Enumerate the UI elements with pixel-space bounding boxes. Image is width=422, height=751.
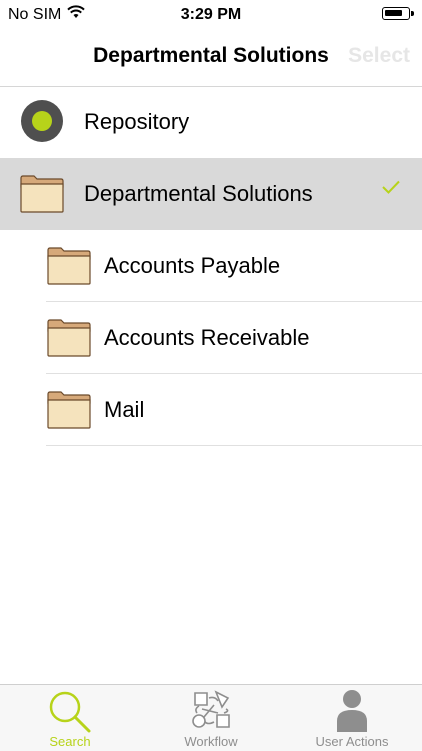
repository-icon <box>21 100 63 142</box>
tab-label: Search <box>49 734 91 749</box>
folder-icon <box>47 247 91 285</box>
tree-row-label: Mail <box>104 397 145 422</box>
departmental-solutions-row[interactable]: Departmental Solutions <box>0 158 422 230</box>
tab-label: User Actions <box>315 734 389 749</box>
status-bar: No SIM 3:29 PM <box>0 0 422 30</box>
search-icon <box>47 689 93 740</box>
tree-row-accounts-receivable[interactable]: Accounts Receivable <box>0 302 422 374</box>
folder-icon <box>47 391 91 429</box>
tab-label: Workflow <box>184 734 238 749</box>
tab-user-actions[interactable]: User Actions <box>282 685 422 751</box>
folder-icon <box>47 319 91 357</box>
departmental-solutions-label: Departmental Solutions <box>84 181 313 206</box>
folder-icon <box>20 175 64 213</box>
row-divider <box>46 445 422 446</box>
repository-row[interactable]: Repository <box>0 86 422 158</box>
tree-row-mail[interactable]: Mail <box>0 374 422 446</box>
tree-row-label: Accounts Payable <box>104 253 281 278</box>
tab-bar: Search Workflow User Actions <box>0 684 422 751</box>
repository-label: Repository <box>84 109 190 134</box>
navigation-bar: Departmental Solutions Select <box>0 30 422 87</box>
battery-icon <box>382 7 414 20</box>
workflow-icon <box>188 689 234 738</box>
clock: 3:29 PM <box>180 6 242 23</box>
tab-search[interactable]: Search <box>0 685 140 751</box>
tab-workflow[interactable]: Workflow <box>141 685 281 751</box>
tree-row-accounts-payable[interactable]: Accounts Payable <box>0 230 422 302</box>
tree-row-label: Accounts Receivable <box>104 325 310 350</box>
select-button[interactable]: Select <box>348 44 410 68</box>
user-icon <box>335 689 369 738</box>
checkmark-icon <box>382 180 400 199</box>
